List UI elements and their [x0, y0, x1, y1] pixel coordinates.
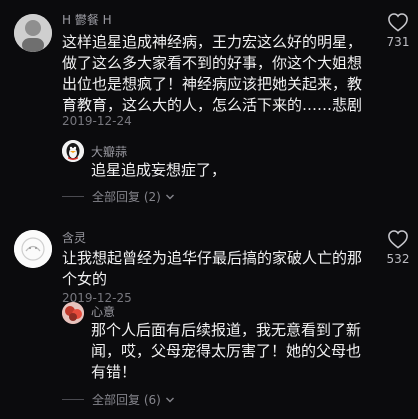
expand-replies-label: 全部回复 (6): [92, 393, 161, 407]
expand-divider: [62, 196, 84, 197]
chevron-down-icon: [165, 194, 174, 199]
expand-divider: [62, 399, 84, 400]
comment-username[interactable]: 含灵: [62, 229, 86, 246]
expand-replies-button[interactable]: 全部回复 (6): [62, 391, 175, 408]
reply-avatar[interactable]: [62, 302, 84, 324]
comment-username[interactable]: H 鬱餐 H: [62, 11, 112, 28]
avatar[interactable]: [14, 14, 52, 52]
like-count: 532: [386, 252, 410, 266]
reply-text: 追星追成妄想症了，: [91, 161, 227, 179]
heart-icon: [388, 230, 408, 249]
comment-list: H 鬱餐 H 这样追星追成神经病，王力宏这么好的明星，做了这么多大家看不到的好事…: [0, 0, 418, 419]
like-count: 731: [386, 35, 410, 49]
comment-date: 2019-12-24: [62, 114, 132, 128]
comment-item: H 鬱餐 H 这样追星追成神经病，王力宏这么好的明星，做了这么多大家看不到的好事…: [0, 0, 418, 215]
reply-username[interactable]: 心意: [91, 303, 115, 320]
like-button[interactable]: 532: [378, 229, 418, 266]
comment-item: 含灵 让我想起曾经为追华仔最后搞的家破人亡的那个女的 2019-12-25 53…: [0, 215, 418, 419]
chevron-down-icon: [165, 397, 174, 402]
heart-icon: [388, 13, 408, 32]
reply-username[interactable]: 大瓣蒜: [91, 143, 127, 160]
expand-replies-label: 全部回复 (2): [92, 190, 161, 204]
like-button[interactable]: 731: [378, 12, 418, 49]
reply-avatar[interactable]: [62, 140, 84, 162]
comment-text: 让我想起曾经为追华仔最后搞的家破人亡的那个女的: [62, 249, 363, 288]
reply-text: 那个人后面有后续报道，我无意看到了新闻，哎，父母宠得太厉害了！她的父母也有错！: [91, 321, 362, 381]
avatar[interactable]: [14, 230, 52, 268]
expand-replies-button[interactable]: 全部回复 (2): [62, 188, 175, 205]
comment-text: 这样追星追成神经病，王力宏这么好的明星，做了这么多大家看不到的好事，你这个大姐想…: [62, 33, 363, 114]
